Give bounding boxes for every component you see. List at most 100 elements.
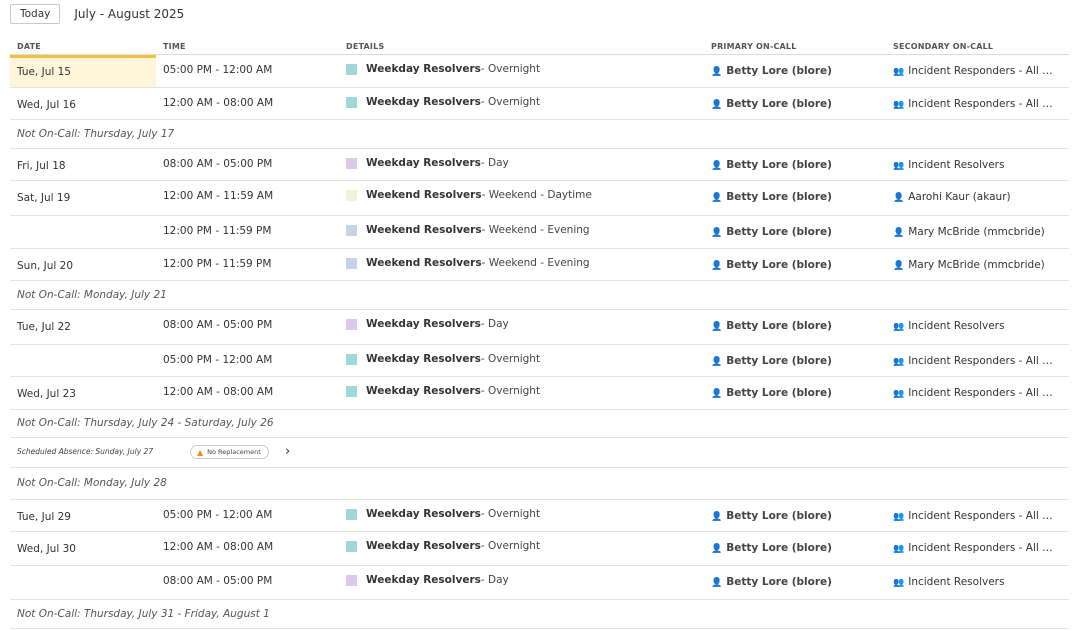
schedule-name[interactable]: Weekend Resolvers [366,257,482,269]
primary-user-name[interactable]: Betty Lore (blore) [726,65,832,77]
primary-user-name[interactable]: Betty Lore (blore) [726,191,832,203]
primary-user-name[interactable]: Betty Lore (blore) [726,259,832,271]
schedule-details[interactable]: Weekday Resolvers - Day [346,318,706,330]
schedule-row[interactable]: Wed, Jul 30 12:00 AM - 08:00 AM Weekday Re… [10,532,1069,566]
secondary-name[interactable]: Incident Responders - All members [908,510,1061,522]
schedule-row[interactable]: Tue, Jul 22 08:00 AM - 05:00 PM Weekday Re… [10,310,1069,345]
column-header-details: DETAILS [346,42,385,51]
primary-user-name[interactable]: Betty Lore (blore) [726,387,832,399]
not-on-call-text: Not On-Call: Monday, July 28 [17,477,167,489]
primary-on-call[interactable]: 👤 Betty Lore (blore) [711,576,886,588]
primary-on-call[interactable]: 👤 Betty Lore (blore) [711,65,886,77]
secondary-name[interactable]: Mary McBride (mmcbride) [908,226,1045,238]
secondary-name[interactable]: Mary McBride (mmcbride) [908,259,1045,271]
primary-user-name[interactable]: Betty Lore (blore) [726,226,832,238]
schedule-details[interactable]: Weekday Resolvers - Overnight [346,540,706,552]
secondary-on-call[interactable]: 👥 Incident Resolvers [893,159,1061,171]
secondary-on-call[interactable]: 👥Incident Responders - All members [893,355,1061,367]
secondary-on-call[interactable]: 👥 Incident Resolvers [893,320,1061,332]
schedule-details[interactable]: Weekend Resolvers - Weekend - Evening [346,224,706,236]
schedule-name[interactable]: Weekday Resolvers [366,63,481,75]
group-icon: 👥 [893,161,905,171]
schedule-details[interactable]: Weekday Resolvers - Overnight [346,63,706,75]
schedule-details[interactable]: Weekday Resolvers - Overnight [346,353,706,365]
date-label: Tue, Jul 15 [17,66,71,78]
secondary-name[interactable]: Incident Resolvers [908,159,1004,171]
secondary-name[interactable]: Aarohi Kaur (akaur) [908,191,1010,203]
primary-user-name[interactable]: Betty Lore (blore) [726,542,832,554]
schedule-details[interactable]: Weekday Resolvers - Overnight [346,508,706,520]
schedule-details[interactable]: Weekend Resolvers - Weekend - Daytime [346,189,706,201]
primary-user-name[interactable]: Betty Lore (blore) [726,98,832,110]
secondary-on-call[interactable]: 👤 Mary McBride (mmcbride) [893,259,1061,271]
schedule-row[interactable]: Wed, Jul 23 12:00 AM - 08:00 AM Weekday Re… [10,377,1069,410]
primary-user-name[interactable]: Betty Lore (blore) [726,576,832,588]
schedule-details[interactable]: Weekend Resolvers - Weekend - Evening [346,257,706,269]
schedule-details[interactable]: Weekday Resolvers - Overnight [346,385,706,397]
primary-user-name[interactable]: Betty Lore (blore) [726,510,832,522]
secondary-on-call[interactable]: 👥 Incident Resolvers [893,576,1061,588]
schedule-details[interactable]: Weekday Resolvers - Day [346,157,706,169]
date-cell: Wed, Jul 23 [10,377,156,409]
schedule-row[interactable]: Fri, Jul 18 08:00 AM - 05:00 PM Weekday Re… [10,149,1069,181]
secondary-name[interactable]: Incident Resolvers [908,320,1004,332]
schedule-details[interactable]: Weekday Resolvers - Overnight [346,96,706,108]
schedule-name[interactable]: Weekday Resolvers [366,574,481,586]
time-range: 08:00 AM - 05:00 PM [163,575,273,587]
secondary-name[interactable]: Incident Responders - All members [908,542,1061,554]
schedule-row[interactable]: Sat, Jul 19 12:00 AM - 11:59 AM Weekend Re… [10,181,1069,216]
primary-user-name[interactable]: Betty Lore (blore) [726,355,832,367]
schedule-row[interactable]: Tue, Jul 29 05:00 PM - 12:00 AM Weekday Re… [10,500,1069,532]
date-label: Sun, Jul 20 [17,260,74,272]
secondary-name[interactable]: Incident Responders - All members [908,355,1061,367]
schedule-row[interactable]: 05:00 PM - 12:00 AM Weekday Resolvers - O… [10,345,1069,377]
schedule-row[interactable]: Sun, Jul 20 12:00 PM - 11:59 PM Weekend Re… [10,249,1069,281]
schedule-name[interactable]: Weekend Resolvers [366,189,482,201]
secondary-name[interactable]: Incident Resolvers [908,576,1004,588]
secondary-name[interactable]: Incident Responders - All members [908,65,1061,77]
chevron-right-icon[interactable]: › [285,444,290,459]
date-cell: Wed, Jul 30 [10,532,156,565]
today-button[interactable]: Today [10,4,61,24]
time-range: 05:00 PM - 12:00 AM [163,64,273,76]
time-range: 12:00 AM - 11:59 AM [163,190,274,202]
secondary-name[interactable]: Incident Responders - All members [908,387,1061,399]
primary-on-call[interactable]: 👤 Betty Lore (blore) [711,387,886,399]
primary-user-name[interactable]: Betty Lore (blore) [726,159,832,171]
schedule-name[interactable]: Weekday Resolvers [366,540,481,552]
schedule-name[interactable]: Weekday Resolvers [366,353,481,365]
primary-user-name[interactable]: Betty Lore (blore) [726,320,832,332]
primary-on-call[interactable]: 👤 Betty Lore (blore) [711,510,886,522]
secondary-on-call[interactable]: 👥Incident Responders - All members [893,510,1061,522]
secondary-on-call[interactable]: 👥Incident Responders - All members [893,542,1061,554]
schedule-details[interactable]: Weekday Resolvers - Day [346,574,706,586]
secondary-name[interactable]: Incident Responders - All members [908,98,1061,110]
secondary-on-call[interactable]: 👤 Aarohi Kaur (akaur) [893,191,1061,203]
primary-on-call[interactable]: 👤 Betty Lore (blore) [711,320,886,332]
primary-on-call[interactable]: 👤 Betty Lore (blore) [711,259,886,271]
secondary-on-call[interactable]: 👥Incident Responders - All members [893,387,1061,399]
schedule-row[interactable]: Wed, Jul 16 12:00 AM - 08:00 AM Weekday Re… [10,88,1069,120]
schedule-name[interactable]: Weekday Resolvers [366,318,481,330]
secondary-on-call[interactable]: 👥Incident Responders - All members [893,65,1061,77]
primary-on-call[interactable]: 👤 Betty Lore (blore) [711,226,886,238]
primary-on-call[interactable]: 👤 Betty Lore (blore) [711,542,886,554]
primary-on-call[interactable]: 👤 Betty Lore (blore) [711,98,886,110]
schedule-name[interactable]: Weekend Resolvers [366,224,482,236]
schedule-row[interactable]: 12:00 PM - 11:59 PM Weekend Resolvers - W… [10,216,1069,249]
column-header-secondary: SECONDARY ON-CALL [893,42,994,51]
date-cell: Sun, Jul 20 [10,249,156,280]
time-range: 05:00 PM - 12:00 AM [163,354,273,366]
schedule-color-swatch [346,96,357,108]
secondary-on-call[interactable]: 👥Incident Responders - All members [893,98,1061,110]
schedule-name[interactable]: Weekday Resolvers [366,157,481,169]
schedule-name[interactable]: Weekday Resolvers [366,96,481,108]
primary-on-call[interactable]: 👤 Betty Lore (blore) [711,159,886,171]
schedule-name[interactable]: Weekday Resolvers [366,385,481,397]
primary-on-call[interactable]: 👤 Betty Lore (blore) [711,191,886,203]
schedule-row[interactable]: Tue, Jul 15 05:00 PM - 12:00 AM Weekday Re… [10,55,1069,88]
schedule-row[interactable]: 08:00 AM - 05:00 PM Weekday Resolvers - D… [10,566,1069,600]
secondary-on-call[interactable]: 👤 Mary McBride (mmcbride) [893,226,1061,238]
primary-on-call[interactable]: 👤 Betty Lore (blore) [711,355,886,367]
schedule-name[interactable]: Weekday Resolvers [366,508,481,520]
